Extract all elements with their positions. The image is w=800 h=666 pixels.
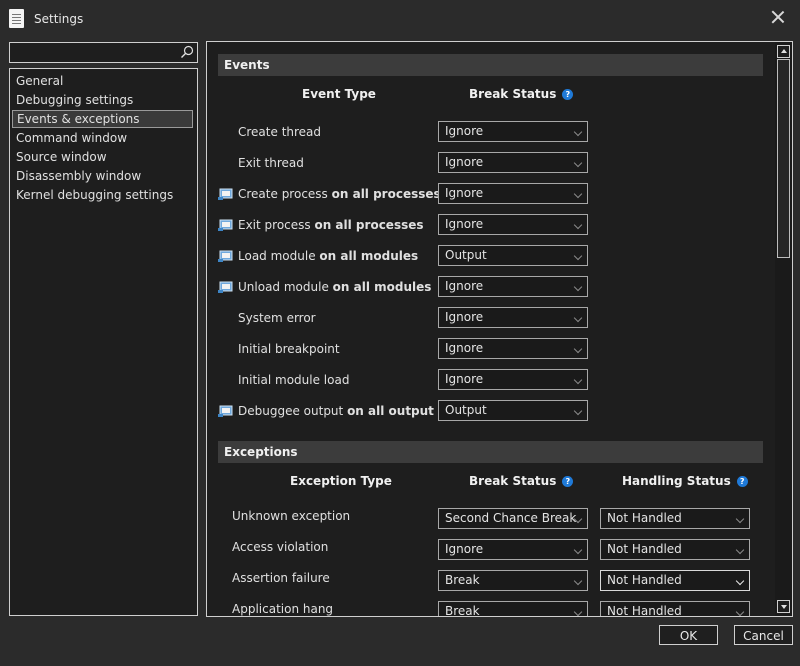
nav-item-command-window[interactable]: Command window [12,129,193,147]
nav-item-general[interactable]: General [12,72,193,90]
event-label-exit-thread: Exit thread [238,156,304,170]
nav-item-events-exceptions[interactable]: Events & exceptions [12,110,193,128]
chevron-down-icon [735,514,745,524]
chevron-down-icon [573,375,583,385]
settings-app-icon [9,9,24,28]
event-icon [218,281,233,293]
chevron-down-icon [573,576,583,586]
chevron-down-icon [573,251,583,261]
settings-panel: Events Event Type Break Status? Create t… [206,41,793,617]
chevron-down-icon [573,406,583,416]
event-label-load-module: Load module on all modules [238,249,419,263]
scroll-up-icon[interactable] [777,45,790,58]
panel-scrollbar[interactable] [775,42,792,616]
chevron-down-icon [735,576,745,586]
event-dropdown-debuggee-output[interactable]: Output [438,400,588,421]
event-label-initial-module-load: Initial module load [238,373,350,387]
help-icon[interactable]: ? [562,476,574,487]
cancel-button[interactable]: Cancel [734,625,793,645]
chevron-down-icon [573,607,583,616]
exception-handling-dropdown-access-violation[interactable]: Not Handled [600,539,750,560]
event-icon [218,219,233,231]
chevron-down-icon [573,282,583,292]
exception-break-dropdown-application-hang[interactable]: Break [438,601,588,616]
window-title: Settings [34,12,84,26]
chevron-down-icon [573,344,583,354]
col-exception-type: Exception Type [290,474,392,488]
event-dropdown-unload-module[interactable]: Ignore [438,276,588,297]
scroll-thumb[interactable] [777,59,790,258]
event-dropdown-load-module[interactable]: Output [438,245,588,266]
search-input[interactable] [10,43,183,62]
event-label-exit-process: Exit process on all processes [238,218,424,232]
chevron-down-icon [573,189,583,199]
event-icon [218,250,233,262]
exception-label-unknown: Unknown exception [232,509,351,523]
col-event-type: Event Type [302,87,376,101]
event-label-system-error: System error [238,311,316,325]
settings-nav: General Debugging settings Events & exce… [9,68,198,616]
exception-handling-dropdown-unknown[interactable]: Not Handled [600,508,750,529]
event-icon [218,188,233,200]
chevron-down-icon [573,127,583,137]
scroll-down-icon[interactable] [777,600,790,613]
col-break-status: Break Status? [469,87,574,101]
event-dropdown-exit-process[interactable]: Ignore [438,214,588,235]
chevron-down-icon [735,607,745,616]
exception-label-access-violation: Access violation [232,540,329,554]
chevron-down-icon [573,158,583,168]
exception-label-application-hang: Application hang [232,602,334,616]
settings-search [9,42,198,63]
ok-button[interactable]: OK [659,625,718,645]
event-dropdown-initial-breakpoint[interactable]: Ignore [438,338,588,359]
event-label-unload-module: Unload module on all modules [238,280,432,294]
event-label-debuggee-output: Debuggee output on all output [238,404,434,418]
close-icon[interactable] [769,9,787,27]
exception-break-dropdown-assertion-failure[interactable]: Break [438,570,588,591]
nav-item-source-window[interactable]: Source window [12,148,193,166]
exceptions-section-header: Exceptions [218,441,763,463]
exception-handling-dropdown-assertion-failure[interactable]: Not Handled [600,570,750,591]
exception-break-dropdown-unknown[interactable]: Second Chance Break [438,508,588,529]
nav-item-disassembly-window[interactable]: Disassembly window [12,167,193,185]
title-bar: Settings [0,0,800,38]
events-section-header: Events [218,54,763,76]
col-handling-status: Handling Status? [622,474,748,488]
event-dropdown-create-process[interactable]: Ignore [438,183,588,204]
exception-break-dropdown-access-violation[interactable]: Ignore [438,539,588,560]
chevron-down-icon [573,545,583,555]
event-icon [218,405,233,417]
exception-label-assertion-failure: Assertion failure [232,571,330,585]
event-dropdown-system-error[interactable]: Ignore [438,307,588,328]
col-exception-break-status: Break Status? [469,474,574,488]
event-dropdown-exit-thread[interactable]: Ignore [438,152,588,173]
chevron-down-icon [573,220,583,230]
help-icon[interactable]: ? [562,89,574,100]
nav-item-debugging-settings[interactable]: Debugging settings [12,91,193,109]
chevron-down-icon [735,545,745,555]
exception-handling-dropdown-application-hang[interactable]: Not Handled [600,601,750,616]
event-label-create-thread: Create thread [238,125,322,139]
nav-item-kernel-debugging-settings[interactable]: Kernel debugging settings [12,186,193,204]
event-label-initial-breakpoint: Initial breakpoint [238,342,340,356]
help-icon[interactable]: ? [736,476,748,487]
event-dropdown-initial-module-load[interactable]: Ignore [438,369,588,390]
event-dropdown-create-thread[interactable]: Ignore [438,121,588,142]
search-icon[interactable] [180,45,194,59]
chevron-down-icon [573,313,583,323]
event-label-create-process: Create process on all processes [238,187,441,201]
